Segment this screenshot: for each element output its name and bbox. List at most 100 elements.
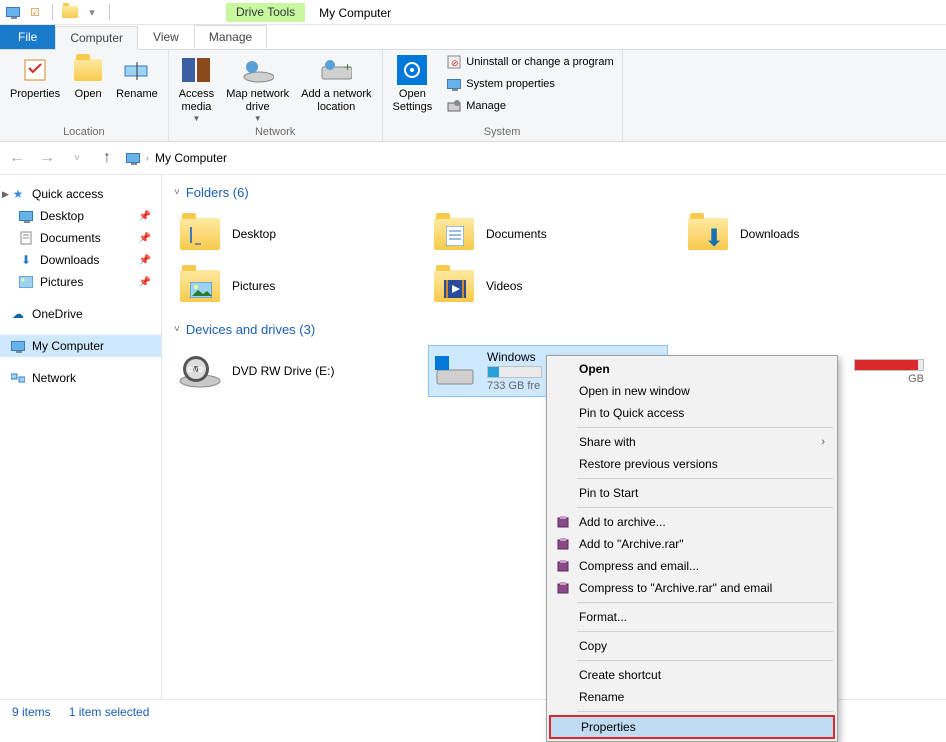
ribbon-open-settings-button[interactable]: Open Settings [387,52,439,116]
ctx-compress-email[interactable]: Compress and email... [549,555,835,577]
ctx-open[interactable]: Open [549,358,835,380]
documents-folder-icon [432,212,476,256]
sidebar-downloads[interactable]: ⬇ Downloads 📌 [0,249,161,271]
ribbon-group-network-label: Network [173,126,378,141]
pin-icon: 📌 [139,255,151,266]
devices-section-header[interactable]: ˅ Devices and drives (3) [174,322,936,337]
ribbon-access-media-button[interactable]: Access media ▼ [173,52,220,125]
uninstall-icon: ⊘ [446,54,462,70]
ribbon-open-button[interactable]: Open [66,52,110,103]
manage-icon [446,98,462,114]
folders-section-header[interactable]: ˅ Folders (6) [174,185,936,200]
downloads-icon: ⬇ [18,252,34,268]
drive-name: Windows [487,350,542,364]
map-drive-icon [242,54,274,86]
usage-bar [487,366,542,378]
status-selected-count: 1 item selected [69,705,150,719]
tab-file[interactable]: File [0,25,55,49]
folder-documents[interactable]: Documents [428,208,682,260]
settings-gear-icon [396,54,428,86]
ribbon-properties-button[interactable]: Properties [4,52,66,103]
dropdown-icon[interactable]: ▾ [83,3,101,21]
ctx-compress-rar-email[interactable]: Compress to "Archive.rar" and email [549,577,835,599]
properties-icon [19,54,51,86]
winrar-icon [555,536,571,552]
system-props-icon [446,76,462,92]
properties-icon[interactable]: ☑ [26,3,44,21]
computer-icon [126,153,140,163]
context-menu: Open Open in new window Pin to Quick acc… [546,355,838,742]
sidebar-pictures[interactable]: Pictures 📌 [0,271,161,293]
drive-dvd[interactable]: DVD DVD RW Drive (E:) [174,345,428,397]
usage-bar [854,359,924,371]
svg-text:⊘: ⊘ [451,58,459,68]
sidebar-onedrive[interactable]: ☁ OneDrive [0,303,161,325]
tab-computer[interactable]: Computer [55,26,138,50]
winrar-icon [555,580,571,596]
ctx-properties[interactable]: Properties [549,715,835,739]
chevron-down-icon[interactable]: ˅ [174,324,180,335]
dvd-drive-icon: DVD [178,349,222,393]
status-item-count: 9 items [12,705,51,719]
ctx-pin-start[interactable]: Pin to Start [549,482,835,504]
ctx-add-archive-rar[interactable]: Add to "Archive.rar" [549,533,835,555]
nav-forward-button[interactable]: → [36,147,58,169]
sidebar-my-computer[interactable]: My Computer [0,335,161,357]
ribbon-add-location-button[interactable]: + Add a network location [295,52,377,116]
drive-free-suffix: GB [854,373,924,385]
context-tab-drive-tools[interactable]: Drive Tools [226,3,305,22]
folder-downloads[interactable]: ⬇ Downloads [682,208,936,260]
breadcrumb[interactable]: › My Computer [126,151,227,165]
nav-up-button[interactable]: ↑ [96,147,118,169]
ctx-open-new-window[interactable]: Open in new window [549,380,835,402]
nav-back-button[interactable]: ← [6,147,28,169]
documents-icon [18,230,34,246]
ctx-format[interactable]: Format... [549,606,835,628]
media-icon [180,54,212,86]
drive-free-text: 733 GB fre [487,380,542,392]
navigation-bar: ← → ˅ ↑ › My Computer [0,142,946,175]
pin-icon: 📌 [139,211,151,222]
chevron-down-icon[interactable]: ˅ [174,187,180,198]
svg-text:DVD: DVD [188,367,203,374]
sidebar-desktop[interactable]: Desktop 📌 [0,205,161,227]
folder-pictures[interactable]: Pictures [174,260,428,312]
ctx-rename[interactable]: Rename [549,686,835,708]
ribbon-rename-button[interactable]: Rename [110,52,164,103]
ctx-create-shortcut[interactable]: Create shortcut [549,664,835,686]
chevron-right-icon[interactable]: ▶ [2,189,9,200]
winrar-icon [555,558,571,574]
ribbon-map-drive-button[interactable]: Map network drive ▼ [220,52,295,125]
local-disk-icon [433,349,477,393]
window-title: My Computer [319,4,391,20]
ribbon-manage-button[interactable]: Manage [442,96,617,116]
add-location-icon: + [320,54,352,86]
sidebar-documents[interactable]: Documents 📌 [0,227,161,249]
ctx-restore-versions[interactable]: Restore previous versions [549,453,835,475]
downloads-folder-icon: ⬇ [686,212,730,256]
star-icon: ★ [10,186,26,202]
tab-view[interactable]: View [138,25,194,49]
quick-access-toolbar: ☑ ▾ [0,3,118,21]
ribbon-system-properties-button[interactable]: System properties [442,74,617,94]
computer-icon[interactable] [4,3,22,21]
computer-icon [10,338,26,354]
open-folder-icon [72,54,104,86]
sidebar-quick-access[interactable]: ▶ ★ Quick access [0,183,161,205]
sidebar-network[interactable]: Network [0,367,161,389]
ctx-add-archive[interactable]: Add to archive... [549,511,835,533]
ctx-pin-quick-access[interactable]: Pin to Quick access [549,402,835,424]
navigation-pane: ▶ ★ Quick access Desktop 📌 Documents 📌 ⬇… [0,175,162,699]
pictures-folder-icon [178,264,222,308]
ribbon-group-system-label: System [387,126,618,141]
ribbon-uninstall-button[interactable]: ⊘ Uninstall or change a program [442,52,617,72]
ribbon: Properties Open Rename Location Access m… [0,50,946,142]
tab-manage[interactable]: Manage [194,25,267,49]
folder-videos[interactable]: Videos [428,260,682,312]
breadcrumb-location[interactable]: My Computer [155,151,227,165]
nav-recent-dropdown[interactable]: ˅ [66,147,88,169]
folder-desktop[interactable]: Desktop [174,208,428,260]
ctx-copy[interactable]: Copy [549,635,835,657]
ctx-share-with[interactable]: Share with › [549,431,835,453]
new-folder-icon[interactable] [61,3,79,21]
